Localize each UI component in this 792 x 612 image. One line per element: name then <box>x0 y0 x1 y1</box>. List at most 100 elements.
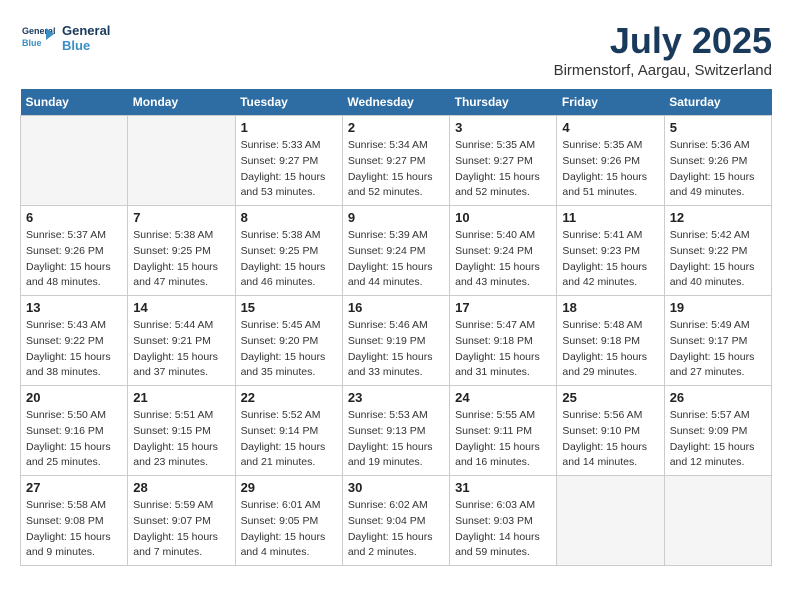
calendar-cell: 31 Sunrise: 6:03 AM Sunset: 9:03 PM Dayl… <box>450 476 557 566</box>
calendar-week-3: 13 Sunrise: 5:43 AM Sunset: 9:22 PM Dayl… <box>21 296 772 386</box>
day-info: Sunrise: 6:03 AM Sunset: 9:03 PM Dayligh… <box>455 498 551 561</box>
calendar-cell <box>557 476 664 566</box>
day-number: 9 <box>348 210 444 225</box>
calendar-week-4: 20 Sunrise: 5:50 AM Sunset: 9:16 PM Dayl… <box>21 386 772 476</box>
svg-text:Blue: Blue <box>22 38 42 48</box>
calendar-cell <box>21 116 128 206</box>
calendar-cell: 7 Sunrise: 5:38 AM Sunset: 9:25 PM Dayli… <box>128 206 235 296</box>
day-number: 31 <box>455 480 551 495</box>
day-number: 28 <box>133 480 229 495</box>
day-info: Sunrise: 5:55 AM Sunset: 9:11 PM Dayligh… <box>455 408 551 471</box>
calendar-cell: 16 Sunrise: 5:46 AM Sunset: 9:19 PM Dayl… <box>342 296 449 386</box>
calendar-cell: 10 Sunrise: 5:40 AM Sunset: 9:24 PM Dayl… <box>450 206 557 296</box>
calendar-table: SundayMondayTuesdayWednesdayThursdayFrid… <box>20 89 772 566</box>
logo: General Blue General Blue <box>20 20 110 56</box>
calendar-week-2: 6 Sunrise: 5:37 AM Sunset: 9:26 PM Dayli… <box>21 206 772 296</box>
day-number: 26 <box>670 390 766 405</box>
day-number: 19 <box>670 300 766 315</box>
day-number: 30 <box>348 480 444 495</box>
day-info: Sunrise: 5:51 AM Sunset: 9:15 PM Dayligh… <box>133 408 229 471</box>
weekday-header-friday: Friday <box>557 89 664 116</box>
calendar-week-1: 1 Sunrise: 5:33 AM Sunset: 9:27 PM Dayli… <box>21 116 772 206</box>
day-info: Sunrise: 5:50 AM Sunset: 9:16 PM Dayligh… <box>26 408 122 471</box>
day-number: 11 <box>562 210 658 225</box>
calendar-cell: 17 Sunrise: 5:47 AM Sunset: 9:18 PM Dayl… <box>450 296 557 386</box>
day-info: Sunrise: 5:41 AM Sunset: 9:23 PM Dayligh… <box>562 228 658 291</box>
day-number: 3 <box>455 120 551 135</box>
calendar-cell: 25 Sunrise: 5:56 AM Sunset: 9:10 PM Dayl… <box>557 386 664 476</box>
calendar-cell: 27 Sunrise: 5:58 AM Sunset: 9:08 PM Dayl… <box>21 476 128 566</box>
day-info: Sunrise: 5:37 AM Sunset: 9:26 PM Dayligh… <box>26 228 122 291</box>
day-number: 22 <box>241 390 337 405</box>
day-info: Sunrise: 5:57 AM Sunset: 9:09 PM Dayligh… <box>670 408 766 471</box>
calendar-cell: 2 Sunrise: 5:34 AM Sunset: 9:27 PM Dayli… <box>342 116 449 206</box>
logo-icon: General Blue <box>20 20 56 56</box>
day-info: Sunrise: 5:34 AM Sunset: 9:27 PM Dayligh… <box>348 138 444 201</box>
weekday-header-tuesday: Tuesday <box>235 89 342 116</box>
day-number: 6 <box>26 210 122 225</box>
calendar-cell: 12 Sunrise: 5:42 AM Sunset: 9:22 PM Dayl… <box>664 206 771 296</box>
day-info: Sunrise: 5:45 AM Sunset: 9:20 PM Dayligh… <box>241 318 337 381</box>
logo-blue: Blue <box>62 38 110 53</box>
day-info: Sunrise: 6:02 AM Sunset: 9:04 PM Dayligh… <box>348 498 444 561</box>
day-info: Sunrise: 5:49 AM Sunset: 9:17 PM Dayligh… <box>670 318 766 381</box>
day-number: 2 <box>348 120 444 135</box>
calendar-cell: 9 Sunrise: 5:39 AM Sunset: 9:24 PM Dayli… <box>342 206 449 296</box>
calendar-cell: 28 Sunrise: 5:59 AM Sunset: 9:07 PM Dayl… <box>128 476 235 566</box>
day-info: Sunrise: 5:53 AM Sunset: 9:13 PM Dayligh… <box>348 408 444 471</box>
day-number: 24 <box>455 390 551 405</box>
day-number: 20 <box>26 390 122 405</box>
day-info: Sunrise: 5:56 AM Sunset: 9:10 PM Dayligh… <box>562 408 658 471</box>
day-info: Sunrise: 5:48 AM Sunset: 9:18 PM Dayligh… <box>562 318 658 381</box>
calendar-cell: 4 Sunrise: 5:35 AM Sunset: 9:26 PM Dayli… <box>557 116 664 206</box>
calendar-cell: 6 Sunrise: 5:37 AM Sunset: 9:26 PM Dayli… <box>21 206 128 296</box>
day-info: Sunrise: 5:58 AM Sunset: 9:08 PM Dayligh… <box>26 498 122 561</box>
day-info: Sunrise: 5:47 AM Sunset: 9:18 PM Dayligh… <box>455 318 551 381</box>
day-number: 10 <box>455 210 551 225</box>
day-number: 5 <box>670 120 766 135</box>
day-number: 15 <box>241 300 337 315</box>
page-header: General Blue General Blue July 2025 Birm… <box>20 20 772 79</box>
day-number: 8 <box>241 210 337 225</box>
day-info: Sunrise: 5:52 AM Sunset: 9:14 PM Dayligh… <box>241 408 337 471</box>
calendar-cell: 3 Sunrise: 5:35 AM Sunset: 9:27 PM Dayli… <box>450 116 557 206</box>
calendar-cell: 29 Sunrise: 6:01 AM Sunset: 9:05 PM Dayl… <box>235 476 342 566</box>
calendar-cell: 14 Sunrise: 5:44 AM Sunset: 9:21 PM Dayl… <box>128 296 235 386</box>
calendar-week-5: 27 Sunrise: 5:58 AM Sunset: 9:08 PM Dayl… <box>21 476 772 566</box>
day-info: Sunrise: 5:33 AM Sunset: 9:27 PM Dayligh… <box>241 138 337 201</box>
calendar-cell: 15 Sunrise: 5:45 AM Sunset: 9:20 PM Dayl… <box>235 296 342 386</box>
calendar-cell: 18 Sunrise: 5:48 AM Sunset: 9:18 PM Dayl… <box>557 296 664 386</box>
logo-general: General <box>62 23 110 38</box>
month-title: July 2025 <box>554 20 772 62</box>
day-number: 17 <box>455 300 551 315</box>
day-number: 25 <box>562 390 658 405</box>
day-info: Sunrise: 5:39 AM Sunset: 9:24 PM Dayligh… <box>348 228 444 291</box>
day-info: Sunrise: 5:42 AM Sunset: 9:22 PM Dayligh… <box>670 228 766 291</box>
calendar-cell <box>128 116 235 206</box>
weekday-header-row: SundayMondayTuesdayWednesdayThursdayFrid… <box>21 89 772 116</box>
day-info: Sunrise: 5:44 AM Sunset: 9:21 PM Dayligh… <box>133 318 229 381</box>
day-info: Sunrise: 5:59 AM Sunset: 9:07 PM Dayligh… <box>133 498 229 561</box>
day-info: Sunrise: 5:40 AM Sunset: 9:24 PM Dayligh… <box>455 228 551 291</box>
calendar-cell <box>664 476 771 566</box>
calendar-cell: 11 Sunrise: 5:41 AM Sunset: 9:23 PM Dayl… <box>557 206 664 296</box>
calendar-cell: 20 Sunrise: 5:50 AM Sunset: 9:16 PM Dayl… <box>21 386 128 476</box>
calendar-cell: 24 Sunrise: 5:55 AM Sunset: 9:11 PM Dayl… <box>450 386 557 476</box>
calendar-cell: 8 Sunrise: 5:38 AM Sunset: 9:25 PM Dayli… <box>235 206 342 296</box>
day-number: 1 <box>241 120 337 135</box>
day-info: Sunrise: 5:36 AM Sunset: 9:26 PM Dayligh… <box>670 138 766 201</box>
day-number: 16 <box>348 300 444 315</box>
day-info: Sunrise: 5:38 AM Sunset: 9:25 PM Dayligh… <box>241 228 337 291</box>
calendar-cell: 5 Sunrise: 5:36 AM Sunset: 9:26 PM Dayli… <box>664 116 771 206</box>
day-number: 21 <box>133 390 229 405</box>
calendar-cell: 30 Sunrise: 6:02 AM Sunset: 9:04 PM Dayl… <box>342 476 449 566</box>
day-number: 12 <box>670 210 766 225</box>
day-info: Sunrise: 6:01 AM Sunset: 9:05 PM Dayligh… <box>241 498 337 561</box>
day-number: 4 <box>562 120 658 135</box>
location: Birmenstorf, Aargau, Switzerland <box>554 62 772 79</box>
day-info: Sunrise: 5:38 AM Sunset: 9:25 PM Dayligh… <box>133 228 229 291</box>
calendar-cell: 23 Sunrise: 5:53 AM Sunset: 9:13 PM Dayl… <box>342 386 449 476</box>
calendar-cell: 21 Sunrise: 5:51 AM Sunset: 9:15 PM Dayl… <box>128 386 235 476</box>
day-number: 14 <box>133 300 229 315</box>
day-number: 29 <box>241 480 337 495</box>
